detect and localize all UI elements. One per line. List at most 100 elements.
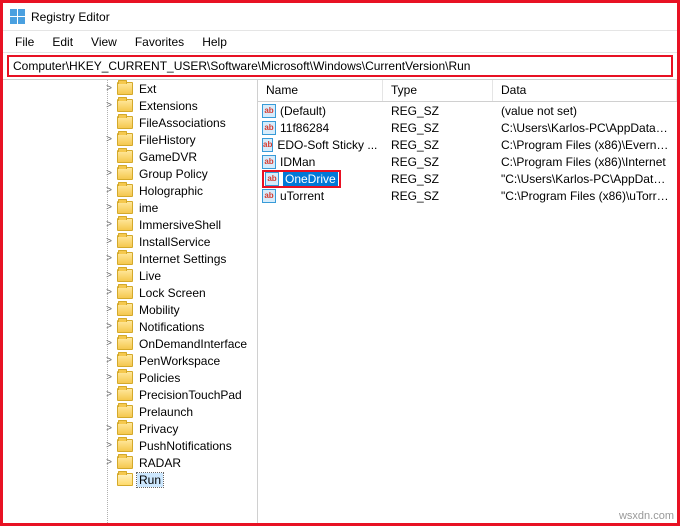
value-type: REG_SZ: [383, 189, 493, 203]
tree-item-label: OnDemandInterface: [137, 337, 249, 351]
expand-toggle-icon[interactable]: >: [103, 236, 115, 247]
expand-toggle-icon[interactable]: >: [103, 287, 115, 298]
registry-tree: > Ext>Extensions>FileAssociations > FileHis…: [3, 80, 257, 488]
tree-item-extensions[interactable]: >Extensions: [3, 97, 257, 114]
tree-item-radar[interactable]: >RADAR: [3, 454, 257, 471]
value-row[interactable]: abEDO-Soft Sticky ...REG_SZC:\Program Fi…: [258, 136, 677, 153]
folder-icon: [117, 405, 133, 418]
addressbar-container: Computer\HKEY_CURRENT_USER\Software\Micr…: [3, 53, 677, 79]
tree-item-run[interactable]: >Run: [3, 471, 257, 488]
expand-toggle-icon[interactable]: >: [103, 253, 115, 264]
tree-item-pushnotifications[interactable]: >PushNotifications: [3, 437, 257, 454]
value-name: (Default): [280, 104, 326, 118]
tree-item-internet-settings[interactable]: > Internet Settings: [3, 250, 257, 267]
menu-favorites[interactable]: Favorites: [127, 33, 192, 51]
value-name-cell: abOneDrive: [258, 170, 383, 188]
column-data[interactable]: Data: [493, 80, 677, 101]
tree-item-precisiontouchpad[interactable]: >PrecisionTouchPad: [3, 386, 257, 403]
tree-item-fileassociations[interactable]: >FileAssociations: [3, 114, 257, 131]
value-name: uTorrent: [280, 189, 324, 203]
expand-toggle-icon[interactable]: >: [103, 321, 115, 332]
tree-item-label: PenWorkspace: [137, 354, 222, 368]
expand-toggle-icon[interactable]: >: [103, 389, 115, 400]
expand-toggle-icon[interactable]: >: [103, 338, 115, 349]
tree-item-label: Live: [137, 269, 163, 283]
expand-toggle-icon[interactable]: >: [103, 100, 115, 111]
tree-item-holographic[interactable]: > Holographic: [3, 182, 257, 199]
string-value-icon: ab: [262, 121, 276, 135]
folder-icon: [117, 422, 133, 435]
tree-item-label: Privacy: [137, 422, 180, 436]
menu-help[interactable]: Help: [194, 33, 235, 51]
registry-editor-window: Registry Editor File Edit View Favorites…: [0, 0, 680, 526]
tree-item-policies[interactable]: >Policies: [3, 369, 257, 386]
expand-toggle-icon[interactable]: >: [103, 219, 115, 230]
tree-item-live[interactable]: > Live: [3, 267, 257, 284]
folder-icon: [117, 269, 133, 282]
expand-toggle-icon[interactable]: >: [103, 423, 115, 434]
value-type: REG_SZ: [383, 172, 493, 186]
folder-icon: [117, 133, 133, 146]
folder-icon: [117, 354, 133, 367]
tree-item-lock-screen[interactable]: >Lock Screen: [3, 284, 257, 301]
column-type[interactable]: Type: [383, 80, 493, 101]
tree-item-gamedvr[interactable]: >GameDVR: [3, 148, 257, 165]
string-value-icon: ab: [262, 155, 276, 169]
folder-icon: [117, 252, 133, 265]
string-value-icon: ab: [262, 138, 273, 152]
tree-item-label: ImmersiveShell: [137, 218, 223, 232]
value-row[interactable]: abIDManREG_SZC:\Program Files (x86)\Inte…: [258, 153, 677, 170]
expand-toggle-icon[interactable]: >: [103, 83, 115, 94]
tree-item-label: Holographic: [137, 184, 205, 198]
tree-item-group-policy[interactable]: > Group Policy: [3, 165, 257, 182]
tree-pane[interactable]: > Ext>Extensions>FileAssociations > FileHis…: [3, 80, 258, 523]
menu-edit[interactable]: Edit: [44, 33, 81, 51]
address-bar[interactable]: Computer\HKEY_CURRENT_USER\Software\Micr…: [7, 55, 673, 77]
expand-toggle-icon[interactable]: >: [103, 134, 115, 145]
expand-toggle-icon[interactable]: >: [103, 202, 115, 213]
tree-item-label: Internet Settings: [137, 252, 228, 266]
folder-icon: [117, 388, 133, 401]
folder-icon: [117, 150, 133, 163]
menubar: File Edit View Favorites Help: [3, 31, 677, 53]
tree-item-label: FileHistory: [137, 133, 198, 147]
tree-item-prelaunch[interactable]: >Prelaunch: [3, 403, 257, 420]
value-row[interactable]: ab(Default)REG_SZ(value not set): [258, 102, 677, 119]
tree-item-ondemandinterface[interactable]: > OnDemandInterface: [3, 335, 257, 352]
expand-toggle-icon[interactable]: >: [103, 355, 115, 366]
menu-file[interactable]: File: [7, 33, 42, 51]
value-row[interactable]: abuTorrentREG_SZ"C:\Program Files (x86)\…: [258, 187, 677, 204]
tree-item-filehistory[interactable]: > FileHistory: [3, 131, 257, 148]
value-name: 11f86284: [280, 121, 329, 135]
tree-item-privacy[interactable]: > Privacy: [3, 420, 257, 437]
tree-item-label: Group Policy: [137, 167, 210, 181]
folder-icon: [117, 439, 133, 452]
tree-item-mobility[interactable]: >Mobility: [3, 301, 257, 318]
tree-item-label: ime: [137, 201, 160, 215]
values-pane[interactable]: Name Type Data ab(Default)REG_SZ(value n…: [258, 80, 677, 523]
value-data: C:\Users\Karlos-PC\AppData\Ro: [493, 121, 677, 135]
value-data: "C:\Program Files (x86)\uTorren: [493, 189, 677, 203]
tree-item-notifications[interactable]: >Notifications: [3, 318, 257, 335]
expand-toggle-icon[interactable]: >: [103, 304, 115, 315]
titlebar: Registry Editor: [3, 3, 677, 31]
highlight-box: abOneDrive: [262, 170, 341, 188]
expand-toggle-icon[interactable]: >: [103, 440, 115, 451]
folder-icon: [117, 235, 133, 248]
expand-toggle-icon[interactable]: >: [103, 457, 115, 468]
expand-toggle-icon[interactable]: >: [103, 372, 115, 383]
menu-view[interactable]: View: [83, 33, 125, 51]
tree-item-penworkspace[interactable]: > PenWorkspace: [3, 352, 257, 369]
expand-toggle-icon[interactable]: >: [103, 185, 115, 196]
tree-item-installservice[interactable]: >InstallService: [3, 233, 257, 250]
tree-item-label: Ext: [137, 82, 158, 96]
expand-toggle-icon[interactable]: >: [103, 168, 115, 179]
tree-item-ext[interactable]: > Ext: [3, 80, 257, 97]
value-row[interactable]: ab11f86284REG_SZC:\Users\Karlos-PC\AppDa…: [258, 119, 677, 136]
string-value-icon: ab: [265, 172, 279, 186]
tree-item-ime[interactable]: > ime: [3, 199, 257, 216]
column-name[interactable]: Name: [258, 80, 383, 101]
expand-toggle-icon[interactable]: >: [103, 270, 115, 281]
tree-item-immersiveshell[interactable]: > ImmersiveShell: [3, 216, 257, 233]
value-row[interactable]: abOneDriveREG_SZ"C:\Users\Karlos-PC\AppD…: [258, 170, 677, 187]
